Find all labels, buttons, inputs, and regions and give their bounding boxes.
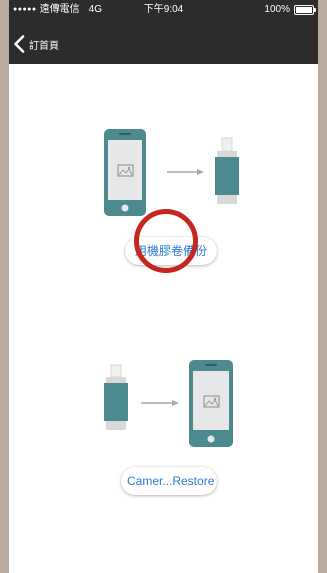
backup-illustration xyxy=(104,129,239,216)
back-label: 訂首頁 xyxy=(29,40,59,52)
back-button[interactable]: 訂首頁 xyxy=(13,31,59,57)
camera-roll-restore-button[interactable]: Camer...Restore xyxy=(121,467,217,495)
app-screen: ●●●●● 遠傳電信 4G 下午9:04 100% 訂首頁 用機膠卷備份 Cam… xyxy=(9,0,318,573)
status-right: 100% xyxy=(264,0,316,20)
status-bar: ●●●●● 遠傳電信 4G 下午9:04 100% xyxy=(9,0,318,20)
arrow-right-icon xyxy=(141,400,179,406)
phone-icon xyxy=(104,129,146,216)
restore-illustration xyxy=(104,360,233,447)
navigation-bar: ●●●●● 遠傳電信 4G 下午9:04 100% 訂首頁 xyxy=(9,0,318,64)
battery-icon xyxy=(294,5,316,15)
arrow-right-icon xyxy=(167,169,204,175)
chevron-left-icon xyxy=(14,35,25,53)
phone-icon xyxy=(189,360,233,447)
battery-percent: 100% xyxy=(264,4,290,15)
camera-roll-backup-button[interactable]: 用機膠卷備份 xyxy=(125,237,217,265)
usb-drive-icon xyxy=(104,364,128,430)
usb-drive-icon xyxy=(215,137,239,204)
